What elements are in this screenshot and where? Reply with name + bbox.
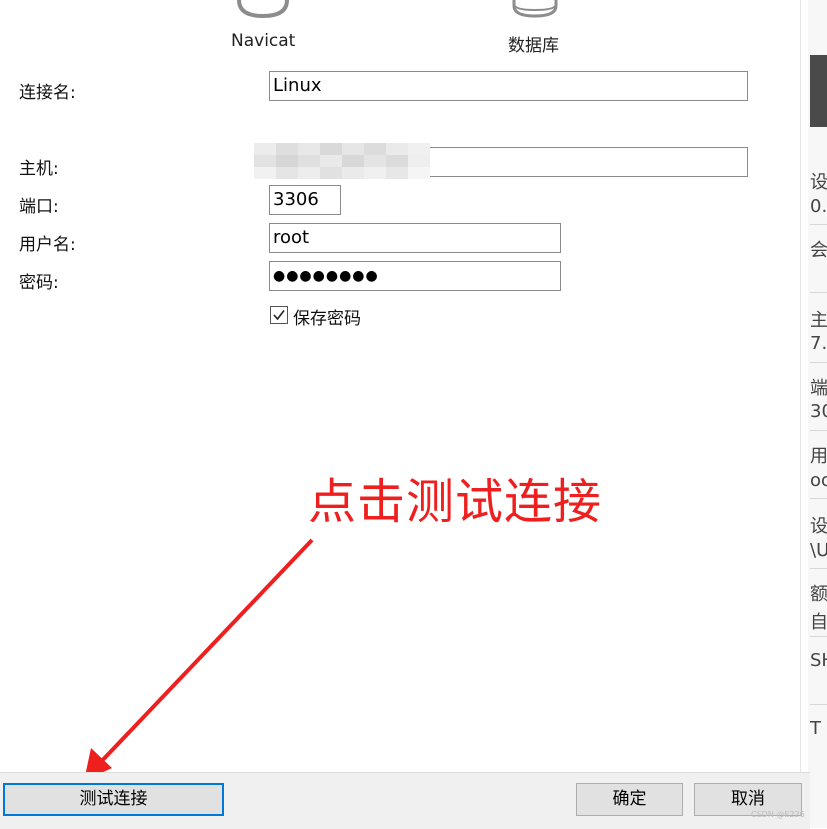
background-text: oo — [810, 470, 827, 491]
background-text: 额 — [810, 584, 827, 605]
background-divider — [810, 362, 827, 363]
background-text: 7.1 — [810, 333, 827, 354]
background-text: 用户 — [810, 446, 827, 467]
dialog-border — [800, 0, 801, 772]
background-text: SH — [810, 650, 827, 671]
background-text: 设宽 — [810, 172, 827, 193]
ok-button[interactable]: 确定 — [576, 783, 683, 816]
background-text: 会话 — [810, 240, 827, 261]
background-divider — [810, 636, 827, 637]
background-text: 自动 — [810, 612, 827, 633]
background-text: 端口 — [810, 378, 827, 399]
background-divider — [810, 430, 827, 431]
background-text: T — [810, 718, 821, 739]
background-text: 设置 — [810, 516, 827, 537]
background-divider — [810, 498, 827, 499]
background-dark-block — [810, 55, 827, 127]
watermark: CSDN @E226 — [751, 810, 805, 819]
background-divider — [810, 568, 827, 569]
background-divider — [810, 292, 827, 293]
background-text: \U — [810, 540, 827, 561]
background-text: 0. — [810, 196, 827, 217]
background-text: 30 — [810, 401, 827, 422]
connection-dialog: Navicat 数据库 连接名: Linux 主机: 端口: 3306 用户名:… — [0, 0, 802, 828]
background-divider — [810, 704, 827, 705]
background-divider — [810, 224, 827, 225]
annotation-arrow-icon — [84, 538, 314, 781]
background-text: 主机 — [810, 310, 827, 331]
test-connection-button[interactable]: 测试连接 — [3, 783, 224, 816]
